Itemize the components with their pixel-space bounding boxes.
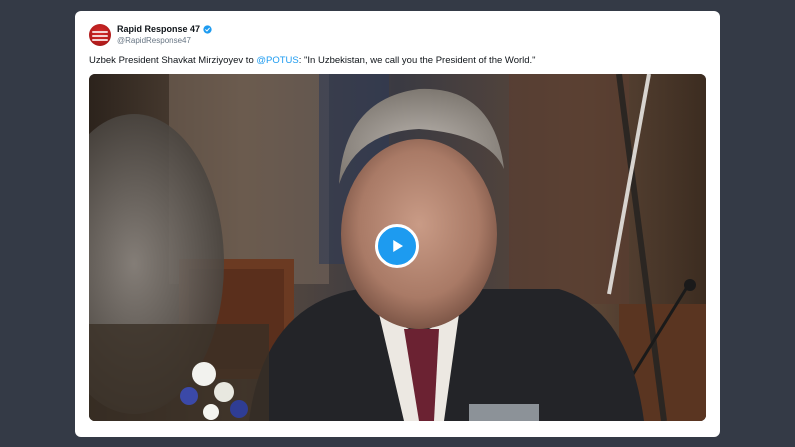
tweet-text-after: : "In Uzbekistan, we call you the Presid… xyxy=(298,55,536,66)
tweet-text: Uzbek President Shavkat Mirziyoyev to @P… xyxy=(89,55,536,66)
author-names: Rapid Response 47 @RapidResponse47 xyxy=(117,24,212,46)
tweet-card: Rapid Response 47 @RapidResponse47 Uzbek… xyxy=(75,11,720,437)
background-figure xyxy=(509,74,629,304)
flower xyxy=(230,400,248,418)
avatar-logo-mark xyxy=(92,31,108,33)
avatar-logo-mark xyxy=(92,39,108,41)
author-handle[interactable]: @RapidResponse47 xyxy=(117,35,212,46)
play-button[interactable] xyxy=(375,224,419,268)
microphone-head xyxy=(684,279,696,291)
glass xyxy=(469,404,539,421)
display-name[interactable]: Rapid Response 47 xyxy=(117,24,200,35)
avatar-logo-mark xyxy=(92,35,108,37)
flower xyxy=(203,404,219,420)
video-player[interactable] xyxy=(89,74,706,421)
mention-link[interactable]: @POTUS xyxy=(256,55,298,66)
face xyxy=(341,139,497,329)
flower xyxy=(192,362,216,386)
avatar[interactable] xyxy=(89,24,111,46)
verified-badge-icon xyxy=(203,25,212,34)
play-icon xyxy=(393,240,403,252)
tweet-text-before: Uzbek President Shavkat Mirziyoyev to xyxy=(89,55,257,66)
tweet-header: Rapid Response 47 @RapidResponse47 xyxy=(89,24,212,46)
flower xyxy=(214,382,234,402)
display-name-row: Rapid Response 47 xyxy=(117,24,212,35)
flower xyxy=(180,387,198,405)
